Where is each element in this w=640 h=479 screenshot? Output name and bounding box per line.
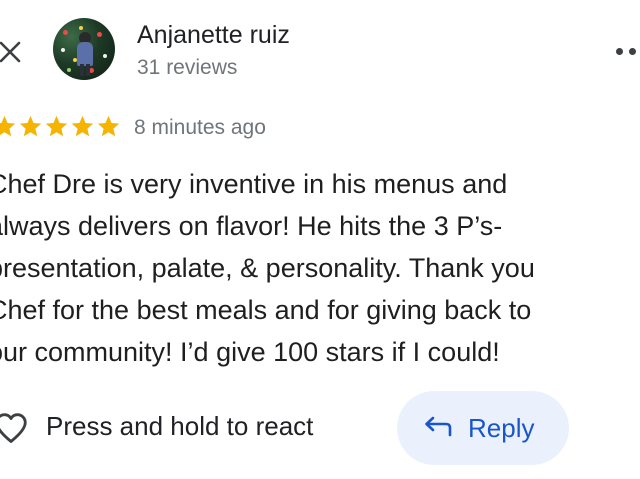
review-text-line: always delivers on flavor! He hits the 3…	[0, 211, 503, 241]
star-icon	[97, 115, 120, 137]
avatar[interactable]	[53, 18, 115, 80]
star-icon	[71, 115, 94, 137]
star-icon	[19, 115, 42, 137]
review-time: 8 minutes ago	[134, 116, 266, 139]
review-text: Chef Dre is very inventive in his menus …	[0, 163, 640, 373]
close-icon	[0, 41, 21, 63]
review-text-line: Chef Dre is very inventive in his menus …	[0, 169, 508, 199]
review-text-line: presentation, palate, & personality. Tha…	[0, 253, 535, 283]
close-button[interactable]	[0, 36, 26, 68]
review-count: 31 reviews	[137, 56, 238, 79]
star-rating	[0, 114, 121, 142]
review-text-line: Chef for the best meals and for giving b…	[0, 295, 532, 325]
author-name[interactable]: Anjanette ruiz	[137, 21, 290, 50]
react-button[interactable]	[0, 409, 30, 447]
star-icon	[0, 115, 16, 137]
reply-button[interactable]: Reply	[397, 391, 569, 465]
reply-label: Reply	[468, 413, 535, 443]
more-options-dot	[629, 48, 636, 55]
react-label[interactable]: Press and hold to react	[46, 411, 313, 442]
more-options-button[interactable]	[612, 44, 640, 60]
star-icon	[45, 115, 68, 137]
more-options-dot	[616, 48, 623, 55]
heart-icon	[0, 413, 27, 443]
reply-arrow-icon	[425, 416, 452, 437]
review-text-line: our community! I’d give 100 stars if I c…	[0, 337, 500, 367]
